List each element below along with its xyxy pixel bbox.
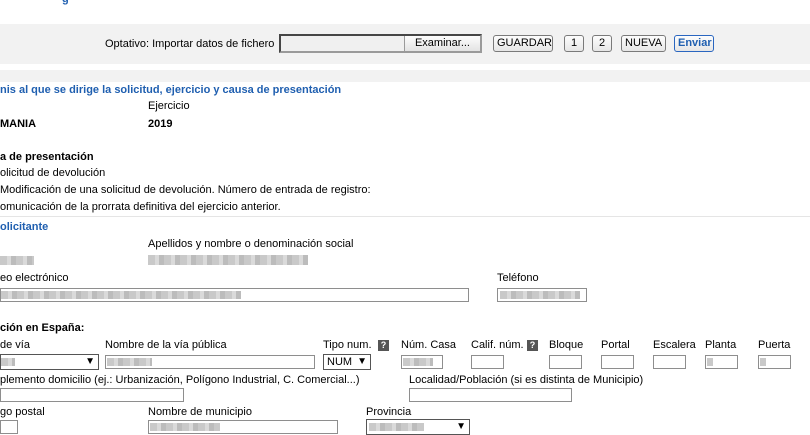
top-link[interactable]: g [62, 0, 69, 5]
calif-num-field[interactable] [471, 355, 504, 369]
phone-field[interactable] [497, 288, 587, 302]
causa-option-prorrata[interactable]: omunicación de la prorrata definitiva de… [0, 201, 281, 213]
via-name-label: Nombre de la vía pública [105, 339, 227, 351]
section-divider-band [0, 70, 810, 82]
postal-field[interactable] [0, 420, 18, 434]
causa-option-devolucion[interactable]: olicitud de devolución [0, 167, 105, 179]
phone-value-redacted [500, 291, 580, 299]
num-type-label: Tipo num. [323, 339, 372, 351]
planta-field[interactable] [705, 355, 738, 369]
complemento-field[interactable] [0, 388, 184, 402]
browse-button[interactable]: Examinar... [403, 36, 480, 51]
puerta-value-redacted [760, 358, 766, 366]
calif-num-label: Calif. núm. [471, 339, 524, 351]
name-label: Apellidos y nombre o denominación social [148, 238, 354, 250]
house-num-label: Núm. Casa [401, 339, 457, 351]
portal-field[interactable] [601, 355, 634, 369]
via-type-value-redacted [1, 358, 15, 366]
save-button[interactable]: GUARDAR [493, 35, 553, 52]
nif-value-redacted [0, 256, 34, 265]
postal-label: go postal [0, 406, 45, 418]
email-value-redacted [1, 291, 241, 299]
num-type-help-icon[interactable]: ? [378, 340, 389, 351]
section-applicant-title: olicitante [0, 221, 49, 233]
chevron-down-icon: ▼ [85, 356, 95, 367]
localidad-field[interactable] [409, 388, 572, 402]
chevron-down-icon: ▼ [357, 356, 367, 367]
provincia-label: Provincia [366, 406, 412, 418]
puerta-field[interactable] [758, 355, 791, 369]
new-button[interactable]: NUEVA [621, 35, 666, 52]
causa-option-modificacion[interactable]: Modificación de una solicitud de devoluc… [0, 184, 371, 196]
escalera-label: Escalera [653, 339, 696, 351]
num-type-select[interactable]: NUM ▼ [323, 354, 371, 370]
calif-num-help-icon[interactable]: ? [527, 340, 538, 351]
section-country-title: nis al que se dirige la solicitud, ejerc… [0, 84, 342, 96]
causa-title: a de presentación [0, 151, 94, 163]
provincia-value-redacted [369, 423, 424, 431]
portal-label: Portal [601, 339, 630, 351]
bloque-label: Bloque [549, 339, 584, 351]
email-field[interactable] [0, 288, 469, 302]
via-name-field[interactable] [105, 355, 315, 369]
house-num-value-redacted [403, 358, 433, 366]
house-num-field[interactable] [401, 355, 443, 369]
ejercicio-value: 2019 [148, 118, 173, 130]
country-value: MANIA [0, 118, 37, 130]
escalera-field[interactable] [653, 355, 686, 369]
page-1-button[interactable]: 1 [564, 35, 584, 52]
localidad-label: Localidad/Población (si es distinta de M… [409, 374, 644, 386]
municipio-field[interactable] [148, 420, 338, 434]
phone-label: Teléfono [497, 272, 539, 284]
puerta-label: Puerta [758, 339, 791, 351]
municipio-value-redacted [150, 423, 220, 431]
planta-value-redacted [707, 358, 713, 366]
bloque-field[interactable] [549, 355, 582, 369]
import-label: Optativo: Importar datos de fichero [105, 38, 275, 50]
municipio-label: Nombre de municipio [148, 406, 252, 418]
planta-label: Planta [705, 339, 737, 351]
chevron-down-icon: ▼ [456, 421, 466, 432]
via-name-value-redacted [107, 358, 152, 366]
email-label: eo electrónico [0, 272, 69, 284]
via-type-label: de vía [0, 339, 30, 351]
page-2-button[interactable]: 2 [592, 35, 612, 52]
complemento-label: plemento domicilio (ej.: Urbanización, P… [0, 374, 360, 386]
via-type-select[interactable]: ▼ [0, 354, 99, 370]
send-button[interactable]: Enviar [674, 35, 714, 52]
section-separator [0, 216, 810, 217]
ejercicio-label: Ejercicio [148, 100, 190, 112]
import-file-input[interactable]: Examinar... [279, 34, 482, 53]
num-type-value: NUM [327, 356, 353, 368]
section-address-title: ción en España: [0, 322, 85, 334]
provincia-select[interactable]: ▼ [366, 419, 470, 435]
name-value-redacted [148, 255, 308, 265]
